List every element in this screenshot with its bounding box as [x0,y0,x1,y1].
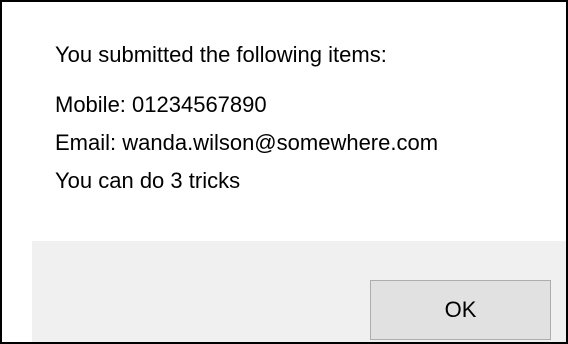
submitted-email-line: Email: wanda.wilson@somewhere.com [55,130,439,155]
submitted-tricks-line: You can do 3 tricks [55,168,241,193]
ok-button[interactable]: OK [370,280,551,340]
button-bar: OK [32,241,566,342]
message-dialog: You submitted the following items: Mobil… [0,0,568,344]
submitted-mobile-line: Mobile: 01234567890 [55,92,267,117]
message-area: You submitted the following items: Mobil… [2,2,566,241]
message-heading: You submitted the following items: [55,42,387,67]
